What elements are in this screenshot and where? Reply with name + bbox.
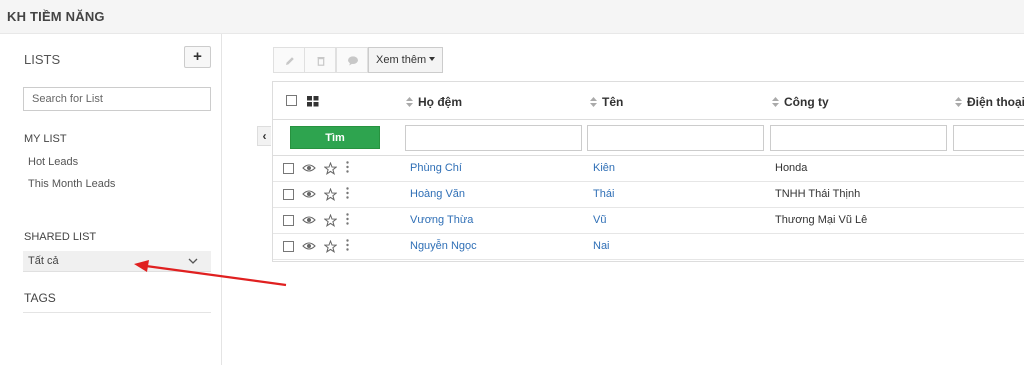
column-header-ho-dem[interactable]: Họ đệm [406, 95, 462, 109]
column-label-dien-thoai: Điện thoại [967, 95, 1024, 109]
table-row[interactable]: Hoàng Văn Thái TNHH Thái Thịnh [273, 182, 1024, 208]
cell-ten[interactable]: Nai [593, 240, 610, 252]
collapse-sidebar-button[interactable]: ‹ [257, 126, 271, 146]
shared-list-heading: SHARED LIST [24, 231, 97, 243]
delete-button[interactable] [304, 47, 336, 73]
filter-input-cong-ty[interactable] [770, 125, 947, 151]
list-item-this-month-leads[interactable]: This Month Leads [28, 178, 115, 190]
column-label-ho-dem: Họ đệm [418, 95, 463, 109]
cell-ho-dem[interactable]: Nguyễn Ngọc [410, 240, 477, 252]
row-checkbox[interactable] [283, 241, 294, 252]
lists-heading: LISTS [24, 52, 61, 67]
row-checkbox[interactable] [283, 215, 294, 226]
column-label-cong-ty: Công ty [784, 95, 829, 109]
filter-row: Tìm [273, 120, 1024, 156]
sort-icon [955, 97, 962, 107]
more-options-icon[interactable] [346, 239, 349, 251]
cell-ho-dem[interactable]: Hoàng Văn [410, 188, 465, 200]
pencil-icon [286, 57, 294, 65]
star-icon[interactable] [324, 240, 337, 253]
filter-input-ho-dem[interactable] [405, 125, 582, 151]
comment-icon [348, 56, 358, 66]
cell-ho-dem[interactable]: Phùng Chí [410, 162, 462, 174]
trash-icon [317, 57, 325, 66]
table-row[interactable]: Nguyễn Ngọc Nai [273, 234, 1024, 260]
shared-list-value: Tất cả [28, 255, 59, 267]
top-bar: KH TIỀM NĂNG [0, 0, 1024, 34]
table-header: Họ đệm Tên Công ty Điện thoại [273, 82, 1024, 120]
filter-input-ten[interactable] [587, 125, 764, 151]
column-header-cong-ty[interactable]: Công ty [772, 95, 829, 109]
eye-icon[interactable] [302, 241, 316, 251]
sidebar: LISTS + MY LIST Hot Leads This Month Lea… [0, 34, 222, 365]
cell-cong-ty: Honda [775, 162, 808, 174]
cell-ten[interactable]: Vũ [593, 214, 606, 226]
sort-icon [406, 97, 413, 107]
column-layout-icon[interactable] [307, 96, 319, 107]
comment-button[interactable] [336, 47, 368, 73]
list-item-hot-leads[interactable]: Hot Leads [28, 156, 78, 168]
cell-ten[interactable]: Kiên [593, 162, 615, 174]
table-row[interactable]: Phùng Chí Kiên Honda [273, 156, 1024, 182]
filter-input-dien-thoai[interactable] [953, 125, 1024, 151]
select-all-checkbox[interactable] [286, 95, 297, 106]
sort-icon [772, 97, 779, 107]
page-title: KH TIỀM NĂNG [7, 9, 105, 24]
star-icon[interactable] [324, 214, 337, 227]
leads-table: Họ đệm Tên Công ty Điện thoại Tìm Phùng … [272, 81, 1024, 262]
cell-ho-dem[interactable]: Vương Thừa [410, 214, 473, 226]
caret-down-icon [429, 57, 436, 61]
star-icon[interactable] [324, 188, 337, 201]
eye-icon[interactable] [302, 215, 316, 225]
table-row[interactable]: Vương Thừa Vũ Thương Mại Vũ Lê [273, 208, 1024, 234]
more-options-icon[interactable] [346, 161, 349, 173]
tags-heading: TAGS [24, 291, 56, 305]
edit-button[interactable] [273, 47, 305, 73]
more-options-icon[interactable] [346, 187, 349, 199]
row-checkbox[interactable] [283, 189, 294, 200]
star-icon[interactable] [324, 162, 337, 175]
column-label-ten: Tên [602, 95, 624, 109]
chevron-down-icon [188, 258, 198, 264]
row-checkbox[interactable] [283, 163, 294, 174]
more-label: Xem thêm [376, 54, 427, 66]
shared-list-select[interactable]: Tất cả [23, 251, 211, 272]
sort-icon [590, 97, 597, 107]
more-options-icon[interactable] [346, 213, 349, 225]
column-header-dien-thoai[interactable]: Điện thoại [955, 95, 1024, 109]
tags-divider [23, 312, 211, 313]
eye-icon[interactable] [302, 163, 316, 173]
cell-cong-ty: Thương Mại Vũ Lê [775, 214, 868, 226]
more-dropdown-button[interactable]: Xem thêm [368, 47, 443, 73]
column-header-ten[interactable]: Tên [590, 95, 623, 109]
cell-cong-ty: TNHH Thái Thịnh [775, 188, 861, 200]
eye-icon[interactable] [302, 189, 316, 199]
add-list-button[interactable]: + [184, 46, 211, 68]
my-list-heading: MY LIST [24, 133, 67, 145]
search-list-input[interactable] [23, 87, 211, 111]
cell-ten[interactable]: Thái [593, 188, 614, 200]
search-button[interactable]: Tìm [290, 126, 380, 149]
